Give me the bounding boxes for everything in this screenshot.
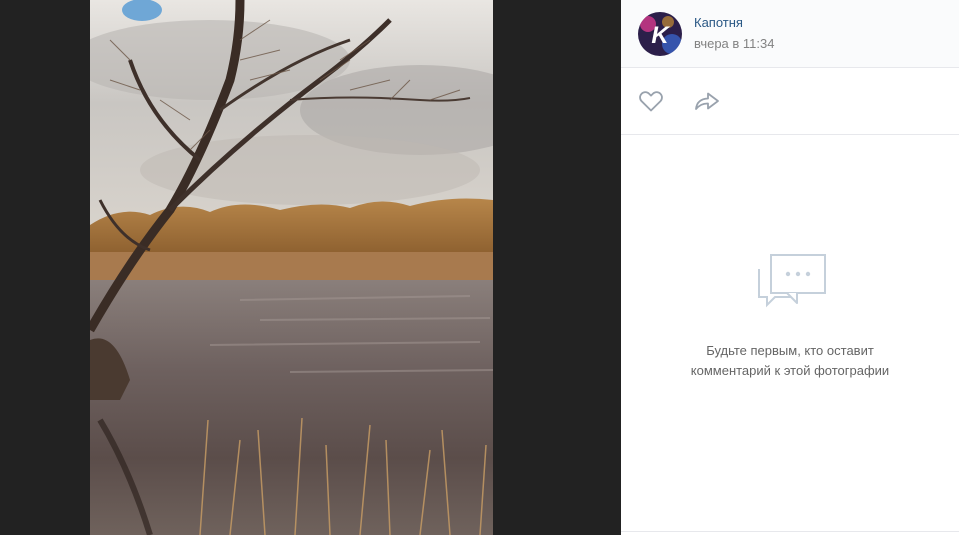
- avatar-letter: K: [651, 22, 670, 49]
- empty-comments-text: Будьте первым, кто оставит комментарий к…: [621, 341, 959, 381]
- photo-image[interactable]: [90, 0, 493, 535]
- post-author-header: K Капотня вчера в 11:34: [621, 0, 959, 68]
- author-avatar[interactable]: K: [638, 12, 682, 56]
- author-name-link[interactable]: Капотня: [694, 15, 743, 30]
- photo-side-panel: K Капотня вчера в 11:34 Будьте первым, к…: [621, 0, 959, 535]
- comments-area: Будьте первым, кто оставит комментарий к…: [621, 135, 959, 531]
- share-button[interactable]: [692, 88, 722, 114]
- heart-icon: [639, 91, 663, 112]
- post-time-link[interactable]: вчера в 11:34: [694, 36, 774, 51]
- share-arrow-icon: [695, 92, 719, 110]
- like-button[interactable]: [636, 88, 666, 114]
- chat-bubbles-icon: [757, 253, 827, 317]
- empty-comments-line-2: комментарий к этой фотографии: [690, 363, 890, 378]
- divider: [621, 531, 959, 532]
- post-actions: [621, 68, 959, 135]
- photo-viewer: [0, 0, 621, 535]
- empty-comments-line-1: Будьте первым, кто оставит: [706, 343, 874, 358]
